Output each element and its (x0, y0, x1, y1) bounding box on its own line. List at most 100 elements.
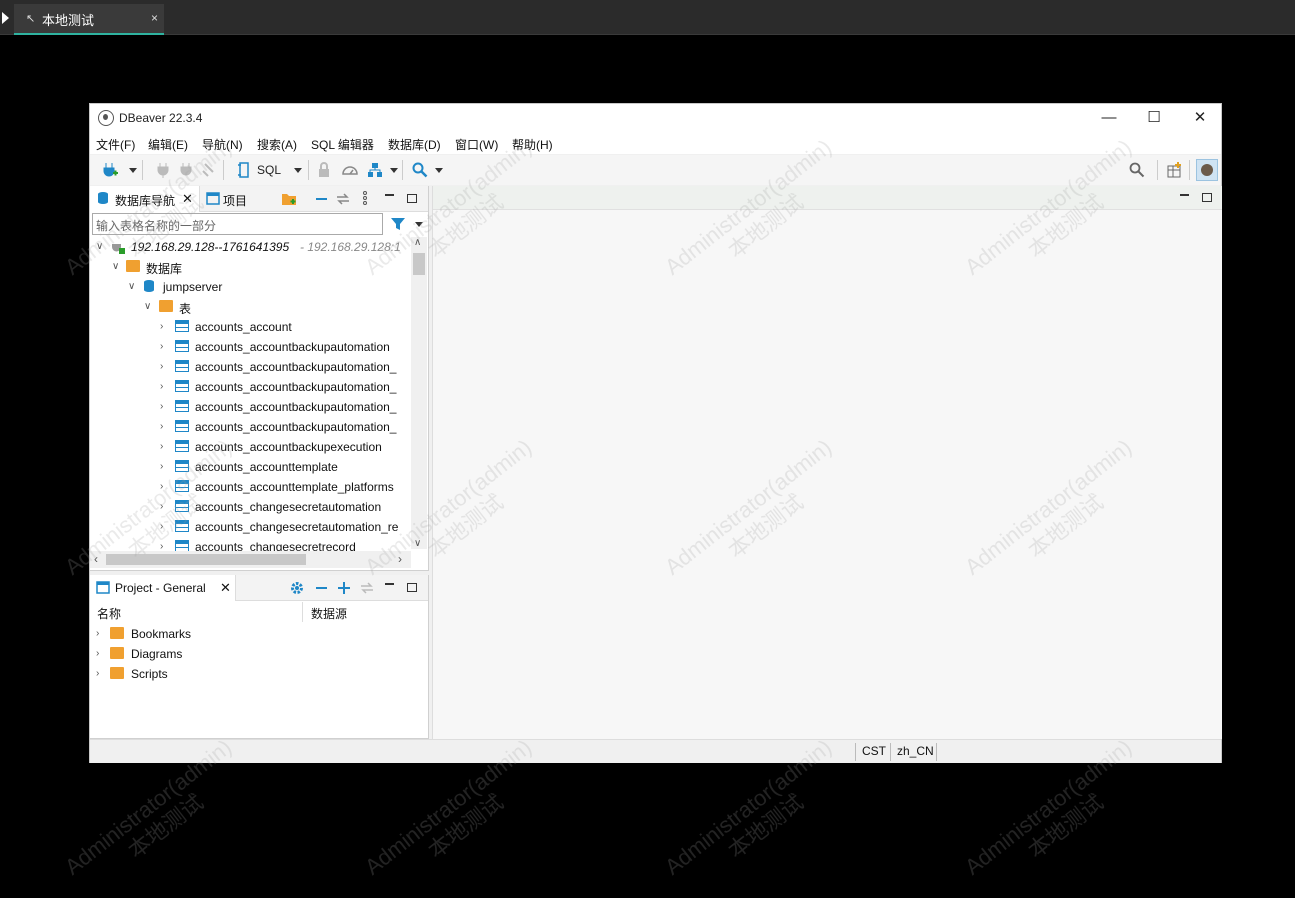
chevron-down-icon[interactable]: ∨ (112, 261, 119, 272)
maximize-button[interactable]: ☐ (1131, 104, 1177, 132)
chevron-down-icon[interactable]: ∨ (144, 301, 151, 312)
close-button[interactable]: ✕ (1177, 104, 1223, 132)
tree-connection[interactable]: ∨ 192.168.29.128--1761641395 - 192.168.2… (90, 237, 411, 257)
chevron-right-icon[interactable]: › (160, 441, 163, 452)
table-row[interactable]: › accounts_accountbackupautomation_ (90, 377, 411, 397)
chevron-down-icon[interactable]: ∨ (128, 281, 135, 292)
chevron-right-icon[interactable]: › (160, 461, 163, 472)
menu-database[interactable]: 数据库(D) (388, 136, 441, 153)
menu-window[interactable]: 窗口(W) (455, 136, 498, 153)
filter-icon[interactable] (390, 216, 406, 232)
tab-project-general[interactable]: Project - General ✕ (90, 575, 236, 601)
view-menu-icon[interactable] (362, 191, 368, 205)
menu-edit[interactable]: 编辑(E) (148, 136, 188, 153)
table-row[interactable]: › accounts_account (90, 317, 411, 337)
minimize-button[interactable]: — (1086, 104, 1132, 132)
chevron-right-icon[interactable]: › (160, 481, 163, 492)
minimize-panel-icon[interactable] (385, 194, 394, 196)
tree-databases-folder[interactable]: ∨ 数据库 (90, 257, 411, 277)
chevron-right-icon[interactable]: › (160, 421, 163, 432)
invalidate-icon[interactable] (200, 161, 218, 179)
disconnect-icon[interactable] (177, 161, 195, 179)
menu-search[interactable]: 搜索(A) (257, 136, 297, 153)
expand-icon[interactable] (337, 581, 351, 595)
table-row[interactable]: › accounts_accounttemplate (90, 457, 411, 477)
chevron-right-icon[interactable]: › (160, 361, 163, 372)
chevron-down-icon[interactable] (129, 168, 137, 173)
tab-database-navigator[interactable]: 数据库导航 ✕ (90, 186, 200, 212)
table-row[interactable]: › accounts_accountbackupautomation_ (90, 357, 411, 377)
chevron-down-icon[interactable] (435, 168, 443, 173)
sql-button-label[interactable]: SQL (257, 163, 281, 177)
chevron-down-icon[interactable]: ∨ (96, 241, 103, 252)
chevron-right-icon[interactable]: › (160, 321, 163, 332)
minimize-panel-icon[interactable] (1180, 194, 1189, 196)
collapse-all-icon[interactable] (316, 587, 327, 589)
tree-schema[interactable]: ∨ jumpserver (90, 277, 411, 297)
link-editor-icon[interactable] (336, 192, 350, 206)
chevron-right-icon[interactable]: › (160, 401, 163, 412)
global-search-icon[interactable] (1128, 161, 1146, 179)
new-folder-icon[interactable] (281, 191, 298, 206)
search-icon[interactable] (411, 161, 429, 179)
dbeaver-perspective-button[interactable] (1196, 159, 1218, 181)
table-row[interactable]: › accounts_accounttemplate_platforms (90, 477, 411, 497)
navigator-vertical-scrollbar[interactable]: ∧ ∨ (411, 237, 427, 549)
project-item-diagrams[interactable]: › Diagrams (90, 644, 427, 664)
chevron-down-icon[interactable] (390, 168, 398, 173)
chevron-left-icon[interactable]: ‹ (94, 552, 98, 566)
lock-icon[interactable] (315, 161, 333, 179)
chevron-right-icon[interactable]: › (96, 648, 99, 659)
chevron-right-icon[interactable]: › (160, 501, 163, 512)
minimize-panel-icon[interactable] (385, 583, 394, 585)
maximize-panel-icon[interactable] (1202, 193, 1212, 202)
column-header-datasource[interactable]: 数据源 (311, 602, 347, 622)
scrollbar-thumb[interactable] (413, 253, 425, 275)
chevron-down-icon[interactable] (415, 222, 423, 227)
chevron-down-icon[interactable] (294, 168, 302, 173)
project-item-scripts[interactable]: › Scripts (90, 664, 427, 684)
transaction-icon[interactable] (366, 161, 384, 179)
chevron-down-icon[interactable]: ∨ (414, 538, 421, 549)
scrollbar-thumb[interactable] (106, 554, 306, 565)
close-icon[interactable]: ✕ (220, 580, 231, 596)
table-filter-input[interactable]: 输入表格名称的一部分 (92, 213, 383, 235)
maximize-panel-icon[interactable] (407, 194, 417, 203)
sql-editor-icon[interactable] (235, 161, 253, 179)
maximize-panel-icon[interactable] (407, 583, 417, 592)
chevron-up-icon[interactable]: ∧ (414, 237, 421, 248)
table-row[interactable]: › accounts_changesecretrecord (90, 537, 411, 551)
chevron-right-icon[interactable]: › (96, 668, 99, 679)
tree-tables-folder[interactable]: ∨ 表 (90, 297, 411, 317)
menu-file[interactable]: 文件(F) (96, 136, 135, 153)
chevron-right-icon[interactable]: › (398, 552, 402, 566)
dashboard-icon[interactable] (341, 161, 359, 179)
open-perspective-icon[interactable] (1166, 161, 1184, 179)
menu-navigate[interactable]: 导航(N) (202, 136, 243, 153)
menu-sql-editor[interactable]: SQL 编辑器 (311, 136, 374, 153)
play-icon[interactable] (2, 12, 9, 24)
tab-projects[interactable]: 项目 (202, 186, 262, 212)
table-row[interactable]: › accounts_accountbackupautomation (90, 337, 411, 357)
chevron-right-icon[interactable]: › (160, 541, 163, 551)
table-row[interactable]: › accounts_changesecretautomation (90, 497, 411, 517)
close-icon[interactable]: × (151, 11, 158, 25)
menu-help[interactable]: 帮助(H) (512, 136, 553, 153)
table-row[interactable]: › accounts_accountbackupautomation_ (90, 397, 411, 417)
project-item-bookmarks[interactable]: › Bookmarks (90, 624, 427, 644)
collapse-all-icon[interactable] (316, 198, 327, 200)
link-editor-icon[interactable] (360, 581, 374, 595)
new-connection-icon[interactable] (101, 161, 119, 179)
table-row[interactable]: › accounts_changesecretautomation_re (90, 517, 411, 537)
remote-session-tab[interactable]: ↖ 本地测试 × (14, 4, 164, 35)
navigator-horizontal-scrollbar[interactable]: ‹ › (90, 551, 411, 568)
gear-icon[interactable] (290, 581, 304, 595)
table-row[interactable]: › accounts_accountbackupautomation_ (90, 417, 411, 437)
connect-icon[interactable] (154, 161, 172, 179)
chevron-right-icon[interactable]: › (160, 381, 163, 392)
column-header-name[interactable]: 名称 (97, 602, 303, 622)
chevron-right-icon[interactable]: › (160, 341, 163, 352)
chevron-right-icon[interactable]: › (160, 521, 163, 532)
table-row[interactable]: › accounts_accountbackupexecution (90, 437, 411, 457)
chevron-right-icon[interactable]: › (96, 628, 99, 639)
